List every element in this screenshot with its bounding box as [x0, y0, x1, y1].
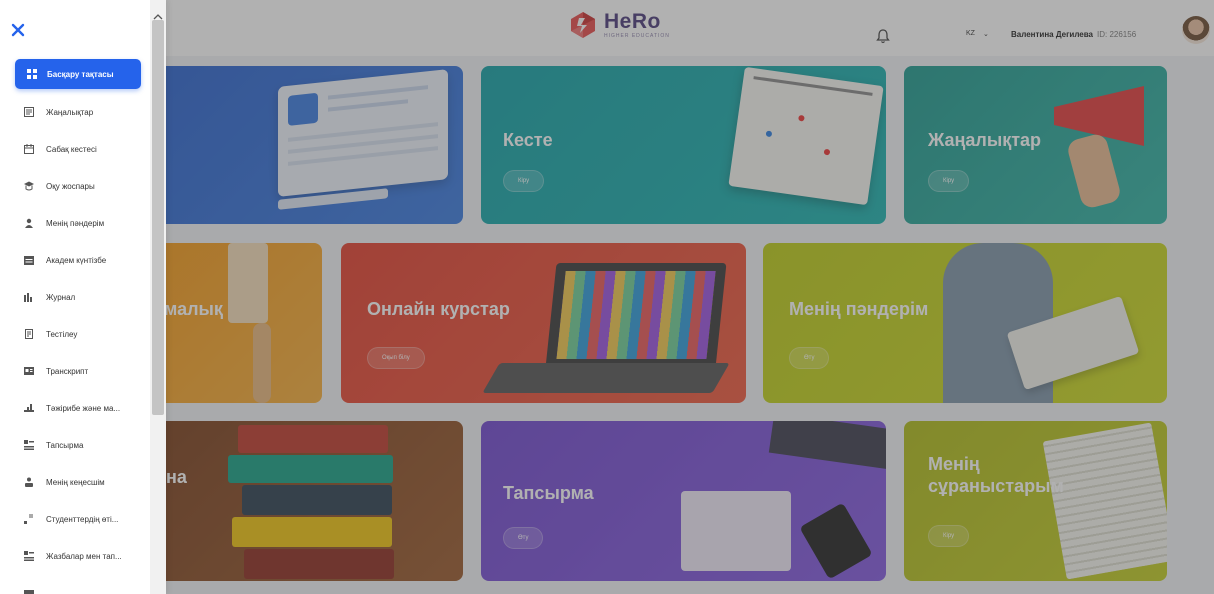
transcript-icon: [24, 366, 34, 376]
close-icon[interactable]: [11, 23, 25, 37]
sidebar-item-label: Менің пәндерім: [46, 218, 105, 228]
requests-icon: [24, 514, 34, 524]
sidebar-item-notes[interactable]: Жазбалар мен тап...: [24, 546, 122, 566]
sidebar-item-label: Журнал: [46, 292, 76, 302]
sidebar-item-testing[interactable]: Тестілеу: [24, 324, 77, 344]
sidebar-item-label: Тапсырма: [46, 440, 84, 450]
sidebar-item-label: Транскрипт: [46, 366, 89, 376]
sidebar-scroll-thumb[interactable]: [152, 20, 164, 415]
sidebar-item-advisor[interactable]: Менің кеңесшім: [24, 472, 105, 492]
sidebar-item-transcript[interactable]: Транскрипт: [24, 361, 88, 381]
sidebar-item-dashboard[interactable]: Басқару тақтасы: [15, 59, 141, 89]
partial-item-icon: [24, 590, 34, 594]
subjects-icon: [24, 218, 34, 228]
sidebar-item-journal[interactable]: Журнал: [24, 287, 75, 307]
sidebar-item-label: Тәжірибе және ма...: [46, 403, 121, 413]
sidebar-item-practice[interactable]: Тәжірибе және ма...: [24, 398, 120, 418]
news-icon: [24, 107, 34, 117]
sidebar-drawer: Басқару тақтасы Жаңалықтар Сабақ кестесі…: [0, 0, 166, 594]
sidebar-item-label: Оқу жоспары: [46, 181, 95, 191]
sidebar-item-label: Тестілеу: [46, 329, 78, 339]
curriculum-icon: [24, 181, 34, 191]
calendar-icon: [24, 255, 34, 265]
sidebar-item-news[interactable]: Жаңалықтар: [24, 102, 93, 122]
sidebar-item-requests[interactable]: Студенттердің өті...: [24, 509, 118, 529]
sidebar-item-label: Жаңалықтар: [46, 107, 94, 117]
dashboard-icon: [27, 69, 37, 79]
advisor-icon: [24, 477, 34, 487]
sidebar-item-assignment[interactable]: Тапсырма: [24, 435, 83, 455]
scroll-up-icon[interactable]: [153, 8, 163, 20]
test-icon: [24, 329, 34, 339]
sidebar-item-calendar[interactable]: Академ күнтізбе: [24, 250, 106, 270]
sidebar-item-label: Академ күнтізбе: [46, 255, 107, 265]
modal-overlay[interactable]: [0, 0, 1214, 594]
sidebar-item-label: Басқару тақтасы: [47, 69, 114, 79]
sidebar-item-curriculum[interactable]: Оқу жоспары: [24, 176, 95, 196]
sidebar-item-schedule[interactable]: Сабақ кестесі: [24, 139, 97, 159]
sidebar-item-label: Жазбалар мен тап...: [46, 551, 122, 561]
sidebar-item-label: Сабақ кестесі: [46, 144, 97, 154]
sidebar-item-label: Менің кеңесшім: [46, 477, 105, 487]
sidebar-item-partial[interactable]: [24, 588, 114, 594]
practice-icon: [24, 403, 34, 413]
assignment-icon: [24, 440, 34, 450]
sidebar-item-subjects[interactable]: Менің пәндерім: [24, 213, 104, 233]
sidebar-item-label: Студенттердің өті...: [46, 514, 119, 524]
schedule-icon: [24, 144, 34, 154]
notes-icon: [24, 551, 34, 561]
journal-icon: [24, 292, 34, 302]
